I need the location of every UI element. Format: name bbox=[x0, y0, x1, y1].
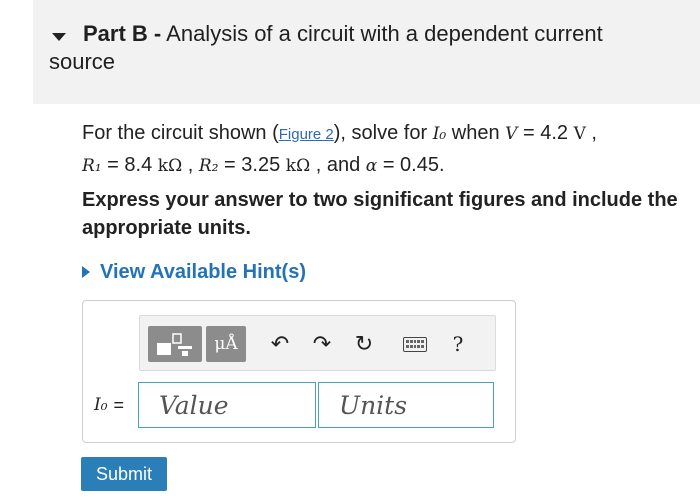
undo-icon[interactable]: ↶ bbox=[268, 326, 292, 362]
figure-link[interactable]: Figure 2 bbox=[279, 126, 334, 143]
part-label: Part B - bbox=[83, 21, 162, 46]
templates-button[interactable] bbox=[148, 326, 202, 362]
question-fragment: , bbox=[585, 122, 597, 144]
hint-label: View Available Hint(s) bbox=[100, 260, 306, 283]
keyboard-button[interactable] bbox=[400, 326, 430, 362]
voltage-variable: V bbox=[505, 124, 518, 144]
value-input[interactable] bbox=[138, 382, 316, 428]
alpha-variable: α bbox=[365, 156, 378, 176]
r1-value: = 8.4 bbox=[101, 154, 158, 176]
question-fragment: , and bbox=[310, 154, 366, 176]
r2-unit: kΩ bbox=[285, 156, 311, 176]
voltage-unit: V bbox=[573, 124, 586, 144]
reset-icon[interactable]: ↻ bbox=[352, 326, 376, 362]
r1-variable: R₁ bbox=[82, 156, 102, 176]
question-fragment: ), solve for bbox=[333, 122, 433, 144]
answer-variable: I₀ bbox=[94, 395, 108, 415]
instruction-text: Express your answer to two significant f… bbox=[82, 189, 678, 239]
r1-unit: kΩ bbox=[157, 156, 183, 176]
redo-icon[interactable]: ↷ bbox=[310, 326, 334, 362]
alpha-value: = 0.45. bbox=[377, 154, 445, 176]
help-button[interactable]: ? bbox=[446, 326, 470, 362]
caret-right-icon bbox=[82, 266, 90, 278]
question-fragment: when bbox=[446, 122, 506, 144]
target-variable: I₀ bbox=[432, 124, 447, 144]
equals-sign: = bbox=[113, 394, 125, 415]
keyboard-icon bbox=[403, 336, 427, 352]
units-button[interactable]: μÅ bbox=[206, 326, 246, 362]
question-fragment: For the circuit shown ( bbox=[82, 122, 279, 144]
question-fragment: , bbox=[182, 154, 199, 176]
question-text: For the circuit shown (Figure 2), solve … bbox=[82, 118, 682, 181]
r2-value: = 3.25 bbox=[218, 154, 286, 176]
math-toolbar: μÅ ↶ ↷ ↻ ? bbox=[139, 315, 496, 371]
r2-variable: R₂ bbox=[198, 156, 219, 176]
submit-button[interactable]: Submit bbox=[81, 457, 167, 491]
units-input[interactable] bbox=[318, 382, 494, 428]
part-title: Part B - Analysis of a circuit with a de… bbox=[49, 20, 659, 76]
view-hints-toggle[interactable]: View Available Hint(s) bbox=[82, 258, 306, 286]
answer-variable-label: I₀ = bbox=[94, 393, 124, 417]
voltage-value: = 4.2 bbox=[517, 122, 574, 144]
templates-icon bbox=[157, 333, 192, 356]
